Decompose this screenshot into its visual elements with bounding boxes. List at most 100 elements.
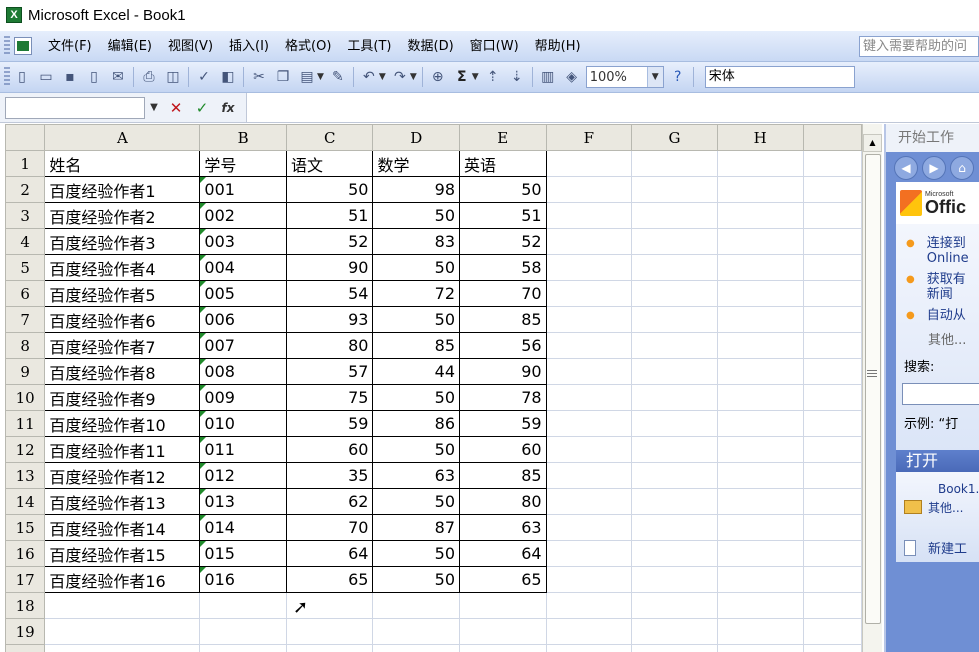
sheet-cell[interactable] xyxy=(545,332,633,359)
sheet-cell[interactable] xyxy=(545,202,633,229)
spelling-icon[interactable]: ✓ xyxy=(193,66,215,88)
sheet-cell[interactable] xyxy=(631,384,718,411)
scroll-up-icon[interactable]: ▲ xyxy=(863,134,882,152)
row-header[interactable]: 2 xyxy=(5,176,46,203)
sheet-cell[interactable]: 51 xyxy=(459,202,547,229)
sheet-cell[interactable] xyxy=(631,254,718,281)
sheet-cell[interactable] xyxy=(631,176,718,203)
sheet-cell[interactable]: 54 xyxy=(285,280,374,307)
sheet-cell[interactable]: 50 xyxy=(459,176,547,203)
sheet-cell[interactable]: 93 xyxy=(285,306,374,333)
sheet-cell[interactable] xyxy=(631,514,718,541)
sheet-cell[interactable]: 78 xyxy=(459,384,547,411)
row-header[interactable]: 15 xyxy=(5,514,46,541)
sheet-cell[interactable] xyxy=(545,488,633,515)
sheet-cell[interactable] xyxy=(199,618,287,645)
back-icon[interactable]: ◀ xyxy=(894,156,918,180)
sheet-cell[interactable] xyxy=(716,228,804,255)
sheet-cell[interactable]: 83 xyxy=(372,228,461,255)
sheet-cell[interactable] xyxy=(545,618,633,645)
sheet-cell[interactable]: 52 xyxy=(285,228,374,255)
sheet-cell[interactable]: 85 xyxy=(372,332,461,359)
sheet-cell[interactable] xyxy=(545,644,633,652)
cancel-icon[interactable]: ✕ xyxy=(163,97,189,119)
vertical-scrollbar[interactable]: ▲ xyxy=(862,124,882,652)
sheet-cell[interactable] xyxy=(802,618,862,645)
sheet-cell[interactable]: 50 xyxy=(372,436,461,463)
row-header[interactable]: 13 xyxy=(5,462,46,489)
print-preview-icon[interactable]: ◫ xyxy=(162,66,184,88)
sheet-cell[interactable]: 64 xyxy=(459,540,547,567)
sheet-cell[interactable] xyxy=(372,644,461,652)
sheet-cell[interactable]: 50 xyxy=(372,202,461,229)
column-header[interactable]: E xyxy=(459,124,547,151)
sheet-cell[interactable] xyxy=(716,280,804,307)
sheet-cell[interactable] xyxy=(802,410,862,437)
sheet-cell[interactable] xyxy=(802,436,862,463)
sheet-cell[interactable] xyxy=(545,592,633,619)
sheet-cell[interactable]: 80 xyxy=(459,488,547,515)
save-icon[interactable]: ▪ xyxy=(59,66,81,88)
sheet-cell[interactable]: 百度经验作者10 xyxy=(44,410,201,437)
sheet-cell[interactable]: 007 xyxy=(199,332,287,359)
redo-icon[interactable]: ↷ xyxy=(389,66,411,88)
column-header[interactable]: D xyxy=(372,124,461,151)
sheet-cell[interactable]: 百度经验作者12 xyxy=(44,462,201,489)
row-header[interactable]: 11 xyxy=(5,410,46,437)
sort-descending-icon[interactable]: ⇣ xyxy=(506,66,528,88)
sheet-cell[interactable]: 012 xyxy=(199,462,287,489)
sheet-cell[interactable]: 004 xyxy=(199,254,287,281)
sheet-cell[interactable] xyxy=(631,540,718,567)
sheet-cell[interactable]: 87 xyxy=(372,514,461,541)
sheet-cell[interactable] xyxy=(802,358,862,385)
menu-file[interactable]: 文件(F) xyxy=(40,31,100,62)
sheet-cell[interactable] xyxy=(716,176,804,203)
open-more-link[interactable]: 其他... xyxy=(904,498,979,516)
sheet-cell[interactable] xyxy=(545,176,633,203)
sheet-cell[interactable]: 85 xyxy=(459,462,547,489)
sheet-cell[interactable]: 64 xyxy=(285,540,374,567)
autosum-dropdown-icon[interactable]: ▼ xyxy=(472,72,479,82)
sheet-cell[interactable] xyxy=(199,644,287,652)
open-icon[interactable]: ▭ xyxy=(35,66,57,88)
sheet-cell[interactable] xyxy=(802,592,862,619)
sheet-cell[interactable]: 65 xyxy=(285,566,374,593)
undo-icon[interactable]: ↶ xyxy=(358,66,380,88)
sheet-cell[interactable] xyxy=(631,462,718,489)
help-search-input[interactable]: 键入需要帮助的问 xyxy=(859,36,979,57)
sheet-cell[interactable] xyxy=(716,410,804,437)
column-header[interactable]: G xyxy=(631,124,718,151)
sheet-cell[interactable] xyxy=(716,150,804,177)
sheet-cell[interactable] xyxy=(459,592,547,619)
sheet-cell[interactable] xyxy=(545,228,633,255)
sheet-cell[interactable]: 014 xyxy=(199,514,287,541)
sheet-cell[interactable]: 90 xyxy=(285,254,374,281)
sheet-cell[interactable] xyxy=(631,358,718,385)
sheet-cell[interactable] xyxy=(716,540,804,567)
sheet-cell[interactable] xyxy=(716,332,804,359)
help-icon[interactable]: ? xyxy=(667,66,689,88)
sheet-cell[interactable]: 002 xyxy=(199,202,287,229)
drawing-icon[interactable]: ◈ xyxy=(561,66,583,88)
task-link[interactable]: ● 获取有 新闻 xyxy=(906,272,979,302)
sheet-cell[interactable] xyxy=(631,150,718,177)
sheet-cell[interactable] xyxy=(372,618,461,645)
sheet-cell[interactable]: 52 xyxy=(459,228,547,255)
column-header[interactable]: B xyxy=(199,124,287,151)
menu-insert[interactable]: 插入(I) xyxy=(221,31,277,62)
email-icon[interactable]: ✉ xyxy=(107,66,129,88)
paste-icon[interactable]: ▤ xyxy=(296,66,318,88)
sheet-cell[interactable] xyxy=(716,514,804,541)
print-icon[interactable]: ⎙ xyxy=(138,66,160,88)
sheet-cell[interactable] xyxy=(802,540,862,567)
sheet-cell[interactable] xyxy=(802,514,862,541)
sheet-cell[interactable]: 百度经验作者16 xyxy=(44,566,201,593)
row-header[interactable]: 14 xyxy=(5,488,46,515)
column-header[interactable] xyxy=(802,124,862,151)
menu-format[interactable]: 格式(O) xyxy=(277,31,339,62)
sheet-cell[interactable]: 63 xyxy=(372,462,461,489)
sheet-cell[interactable]: 50 xyxy=(372,566,461,593)
sheet-cell[interactable] xyxy=(716,618,804,645)
row-header[interactable]: 16 xyxy=(5,540,46,567)
cut-icon[interactable]: ✂ xyxy=(248,66,270,88)
